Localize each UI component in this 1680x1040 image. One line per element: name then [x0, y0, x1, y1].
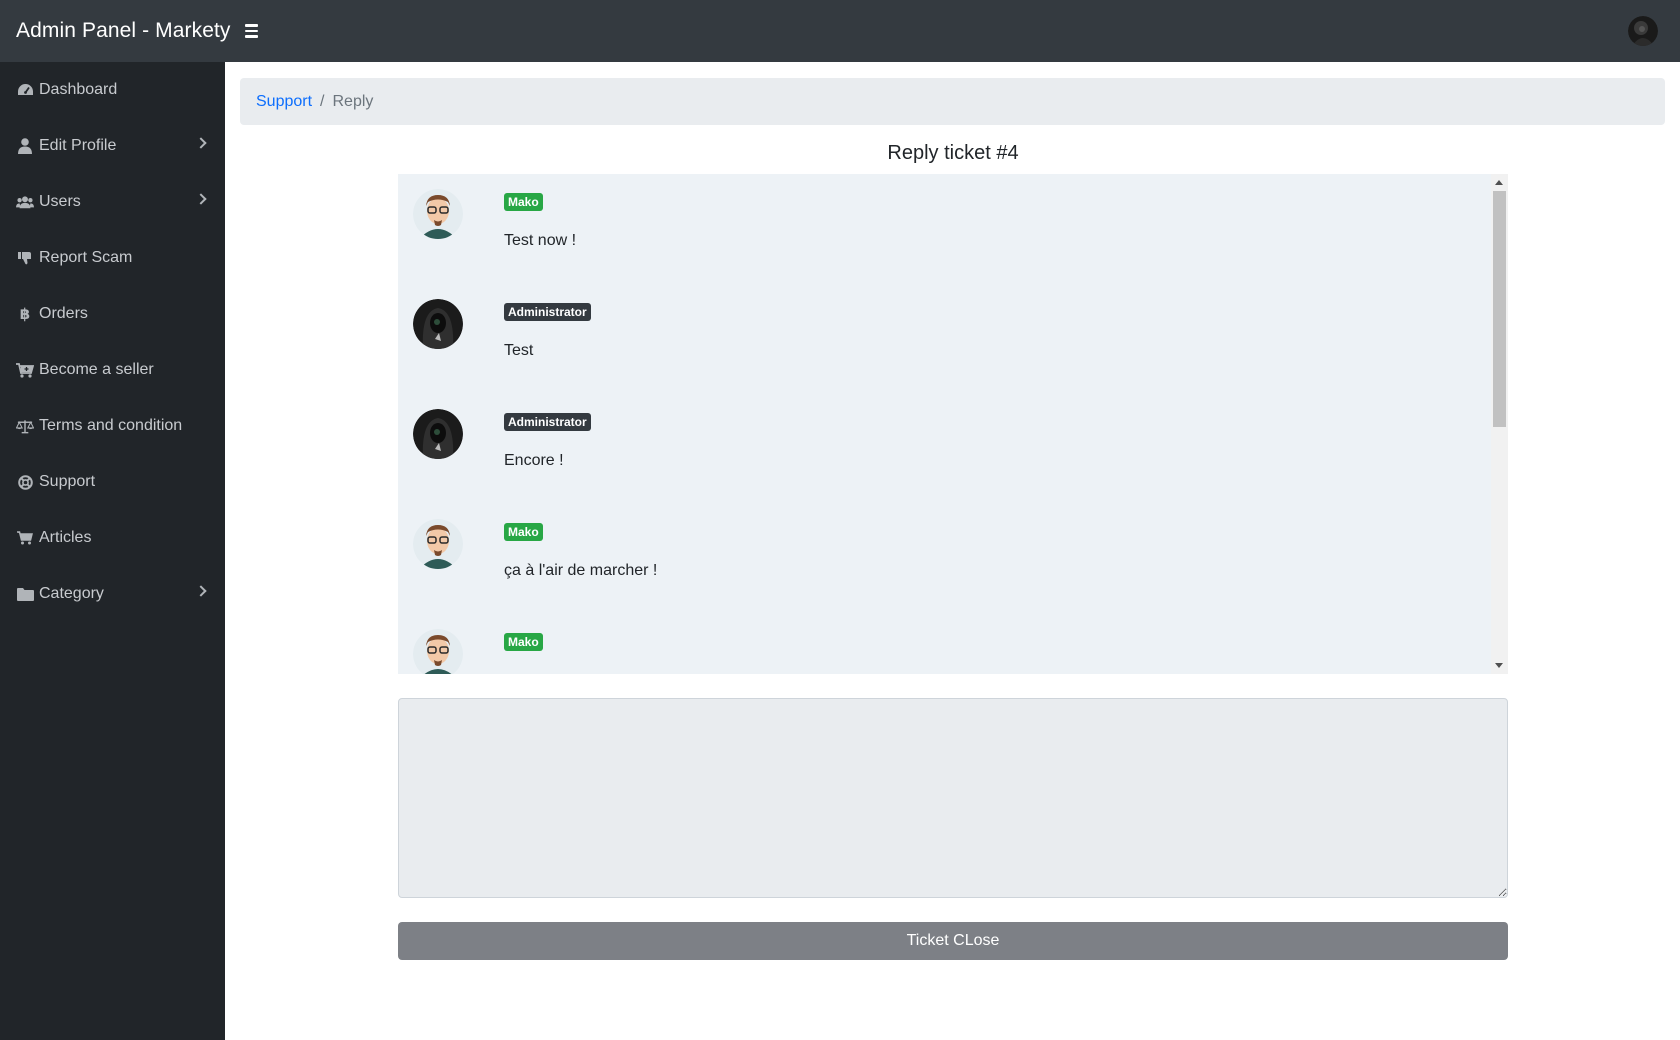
app-title[interactable]: Admin Panel - Markety	[16, 19, 231, 43]
sidebar-item-label: Support	[39, 473, 96, 490]
author-badge: Administrator	[504, 303, 591, 321]
bitcoin-icon: ฿	[19, 306, 31, 323]
folder-icon	[16, 586, 34, 602]
admin-avatar	[413, 409, 463, 459]
cart-plus-icon	[16, 362, 34, 378]
sidebar-item-orders[interactable]: ฿ Orders	[0, 286, 225, 342]
author-badge: Mako	[504, 193, 543, 211]
hamburger-icon[interactable]	[243, 22, 260, 40]
scrollbar-thumb[interactable]	[1493, 191, 1506, 427]
page-title: Reply ticket #4	[887, 142, 1019, 164]
message-item: Mako	[398, 614, 1488, 674]
sidebar-item-articles[interactable]: Articles	[0, 510, 225, 566]
message-text: ça à l'air de marcher !	[504, 562, 658, 579]
sidebar-item-dashboard[interactable]: Dashboard	[0, 62, 225, 118]
sidebar-item-users[interactable]: Users	[0, 174, 225, 230]
author-badge: Administrator	[504, 413, 591, 431]
scroll-down-icon[interactable]	[1495, 663, 1503, 668]
message-text: Encore !	[504, 452, 564, 469]
sidebar-item-report-scam[interactable]: Report Scam	[0, 230, 225, 286]
author-badge: Mako	[504, 633, 543, 651]
user-avatar	[413, 189, 463, 239]
message-thread[interactable]: Mako Test now ! Administrator Test Admin…	[398, 174, 1508, 674]
balance-scale-icon	[16, 418, 34, 434]
user-avatar[interactable]	[1628, 16, 1658, 46]
breadcrumb-link-support[interactable]: Support	[256, 93, 312, 111]
thumbs-down-icon	[16, 250, 34, 266]
sidebar-item-label: Orders	[39, 305, 88, 322]
user-avatar	[413, 519, 463, 569]
message-text: Test now !	[504, 232, 577, 249]
sidebar-item-terms[interactable]: Terms and condition	[0, 398, 225, 454]
sidebar-item-label: Terms and condition	[39, 417, 183, 434]
sidebar-item-category[interactable]: Category	[0, 566, 225, 622]
message-item: Administrator Test	[398, 284, 1488, 394]
sidebar-item-label: Users	[39, 193, 81, 210]
sidebar-item-label: Articles	[39, 529, 92, 546]
life-ring-icon	[16, 474, 34, 490]
reply-textarea[interactable]	[398, 698, 1508, 898]
sidebar-item-label: Report Scam	[39, 249, 133, 266]
sidebar-item-support[interactable]: Support	[0, 454, 225, 510]
thread-scrollbar[interactable]	[1491, 174, 1508, 674]
message-item: Mako ça à l'air de marcher !	[398, 504, 1488, 614]
sidebar-item-edit-profile[interactable]: Edit Profile	[0, 118, 225, 174]
main-content: Support / Reply Reply ticket #4 Mako Tes…	[225, 62, 1680, 1040]
sidebar: Dashboard Edit Profile Users Report Scam…	[0, 62, 225, 1040]
sidebar-item-label: Edit Profile	[39, 137, 117, 154]
scroll-up-icon[interactable]	[1495, 180, 1503, 185]
ticket-close-button[interactable]: Ticket CLose	[398, 922, 1508, 960]
user-icon	[16, 138, 34, 154]
chevron-right-icon	[195, 585, 207, 597]
author-badge: Mako	[504, 523, 543, 541]
sidebar-item-label: Category	[39, 585, 104, 602]
message-item: Administrator Encore !	[398, 394, 1488, 504]
breadcrumb-separator: /	[320, 92, 325, 110]
message-item: Mako Test now !	[398, 174, 1488, 284]
user-avatar	[413, 629, 463, 674]
chevron-right-icon	[195, 193, 207, 205]
top-navbar: Admin Panel - Markety	[0, 0, 1680, 62]
sidebar-item-label: Dashboard	[39, 81, 118, 98]
message-text: Test	[504, 342, 534, 359]
chevron-right-icon	[195, 137, 207, 149]
cart-icon	[16, 530, 34, 546]
tachometer-icon	[16, 82, 34, 98]
sidebar-item-label: Become a seller	[39, 361, 154, 378]
users-icon	[16, 194, 34, 210]
breadcrumb: Support / Reply	[240, 78, 1665, 125]
sidebar-item-become-seller[interactable]: Become a seller	[0, 342, 225, 398]
admin-avatar	[413, 299, 463, 349]
breadcrumb-current: Reply	[332, 92, 374, 110]
